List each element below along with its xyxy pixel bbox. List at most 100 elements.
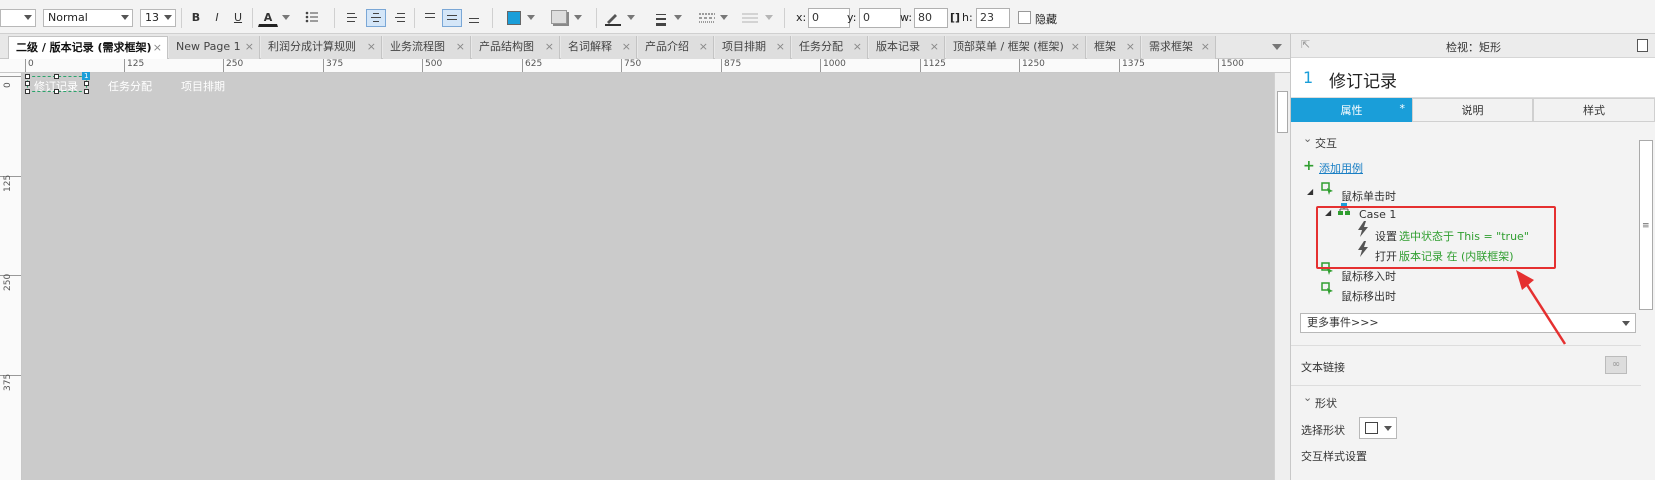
close-icon[interactable]: × <box>245 36 254 58</box>
x-input[interactable]: 0 <box>808 8 850 28</box>
bold-button[interactable]: B <box>186 9 206 27</box>
resize-handle[interactable] <box>54 89 59 94</box>
ruler-tick: 125 <box>124 59 144 72</box>
canvas-item-task-assign[interactable]: 任务分配 <box>108 78 152 94</box>
design-canvas[interactable] <box>22 73 1274 480</box>
chevron-down-icon[interactable] <box>527 15 535 20</box>
more-events-dropdown[interactable]: 更多事件>>> <box>1300 313 1636 333</box>
close-icon[interactable]: × <box>367 36 376 58</box>
h-label: h: <box>962 11 973 24</box>
tab-notes[interactable]: 说明 <box>1412 98 1533 122</box>
document-icon[interactable] <box>1637 39 1648 52</box>
tab-business-flow[interactable]: 业务流程图 × <box>383 36 471 59</box>
bullet-list-icon[interactable] <box>302 9 322 27</box>
width-input[interactable]: 80 <box>914 8 948 28</box>
tab-product-intro[interactable]: 产品介绍 × <box>638 36 714 59</box>
y-input[interactable]: 0 <box>859 8 901 28</box>
link-icon[interactable]: ∞ <box>1605 356 1627 374</box>
divider <box>1291 345 1641 346</box>
close-icon[interactable]: × <box>776 36 785 58</box>
link-ratio-icon[interactable]: [] <box>950 11 960 24</box>
arrow-style-icon[interactable] <box>741 10 759 28</box>
chevron-down-icon[interactable] <box>627 15 635 20</box>
tab-properties[interactable]: 属性 * <box>1291 98 1412 122</box>
widget-name-field[interactable]: 修订记录 <box>1329 67 1397 92</box>
align-top-icon[interactable] <box>420 9 440 27</box>
close-icon[interactable]: × <box>930 36 939 58</box>
chevron-down-icon[interactable] <box>674 15 682 20</box>
style-select-value: Normal <box>48 11 88 24</box>
ruler-tick: 1375 <box>1119 59 1145 72</box>
chevron-down-icon[interactable] <box>282 15 290 20</box>
toolbar-divider <box>181 8 182 28</box>
close-icon[interactable]: × <box>1201 36 1210 58</box>
expand-triangle-icon[interactable]: ◢ <box>1307 187 1313 196</box>
tab-frame[interactable]: 框架 × <box>1087 36 1141 59</box>
resize-handle[interactable] <box>54 74 59 79</box>
font-size-select[interactable]: 13 <box>140 9 176 27</box>
resize-handle[interactable] <box>25 74 30 79</box>
align-middle-icon[interactable] <box>442 9 462 27</box>
align-center-icon[interactable] <box>366 9 386 27</box>
tab-profit-rules[interactable]: 利润分成计算规则 × <box>261 36 382 59</box>
resize-handle[interactable] <box>84 89 89 94</box>
tab-version-record[interactable]: 版本记录 × <box>869 36 945 59</box>
tab-new-page[interactable]: New Page 1 × <box>169 36 260 59</box>
align-right-icon[interactable] <box>390 9 410 27</box>
fill-color-swatch[interactable] <box>507 11 521 25</box>
height-input[interactable]: 23 <box>976 8 1010 28</box>
x-label: x: <box>796 11 807 24</box>
event-mouse-enter[interactable]: 鼠标移入时 <box>1341 268 1396 284</box>
tab-style[interactable]: 样式 <box>1533 98 1655 122</box>
resize-handle[interactable] <box>84 81 89 86</box>
canvas-item-schedule[interactable]: 项目排期 <box>181 78 225 94</box>
style-select[interactable]: Normal <box>43 9 133 27</box>
chevron-down-icon[interactable] <box>720 15 728 20</box>
line-color-icon[interactable] <box>604 10 622 28</box>
tab-list-chevron-icon[interactable] <box>1272 44 1282 50</box>
close-icon[interactable]: × <box>153 37 162 59</box>
resize-handle[interactable] <box>25 81 30 86</box>
line-pattern-icon[interactable] <box>698 11 716 29</box>
align-left-icon[interactable] <box>342 9 362 27</box>
chevron-down-icon[interactable] <box>574 15 582 20</box>
close-icon[interactable]: × <box>699 36 708 58</box>
tab-requirement-frame[interactable]: 需求框架 × <box>1142 36 1216 59</box>
ruler-tick: 1000 <box>820 59 846 72</box>
close-icon[interactable]: × <box>622 36 631 58</box>
interaction-style-label[interactable]: 交互样式设置 <box>1301 448 1367 464</box>
line-width-icon[interactable] <box>652 11 670 29</box>
select-shape-label: 选择形状 <box>1301 424 1345 437</box>
resize-handle[interactable] <box>25 89 30 94</box>
close-icon[interactable]: × <box>1071 36 1080 58</box>
chevron-down-icon <box>1622 321 1630 326</box>
align-bottom-icon[interactable] <box>464 9 484 27</box>
close-icon[interactable]: × <box>1126 36 1135 58</box>
chevron-down-icon[interactable] <box>765 15 773 20</box>
canvas-vertical-scrollbar[interactable] <box>1274 73 1290 480</box>
hidden-checkbox[interactable] <box>1018 11 1031 24</box>
plus-icon[interactable]: + <box>1303 158 1315 174</box>
font-family-select[interactable] <box>0 9 36 27</box>
shape-picker[interactable] <box>1359 417 1397 439</box>
tab-task-assign[interactable]: 任务分配 × <box>792 36 868 59</box>
inspector-scrollbar[interactable]: ≡ <box>1639 140 1653 310</box>
italic-button[interactable]: I <box>207 9 227 27</box>
shadow-icon[interactable] <box>551 10 567 24</box>
event-mouse-leave[interactable]: 鼠标移出时 <box>1341 288 1396 304</box>
chevron-down-icon[interactable]: ⌄ <box>1303 132 1312 145</box>
horizontal-ruler: 0 125 250 375 500 625 750 875 1000 1125 … <box>0 59 1290 73</box>
chevron-down-icon[interactable]: ⌄ <box>1303 391 1312 404</box>
tab-product-structure[interactable]: 产品结构图 × <box>472 36 560 59</box>
close-icon[interactable]: × <box>545 36 554 58</box>
close-icon[interactable]: × <box>456 36 465 58</box>
close-icon[interactable]: × <box>853 36 862 58</box>
tab-top-menu-frame[interactable]: 顶部菜单 / 框架 (框架) × <box>946 36 1086 59</box>
underline-button[interactable]: U <box>228 9 248 27</box>
add-case-link[interactable]: 添加用例 <box>1319 160 1363 176</box>
tab-version-record-active[interactable]: 二级 / 版本记录 (需求框架) × <box>8 36 168 59</box>
tab-schedule[interactable]: 项目排期 × <box>715 36 791 59</box>
scrollbar-thumb[interactable] <box>1277 91 1288 133</box>
font-color-button[interactable]: A <box>258 9 278 27</box>
tab-glossary[interactable]: 名词解释 × <box>561 36 637 59</box>
